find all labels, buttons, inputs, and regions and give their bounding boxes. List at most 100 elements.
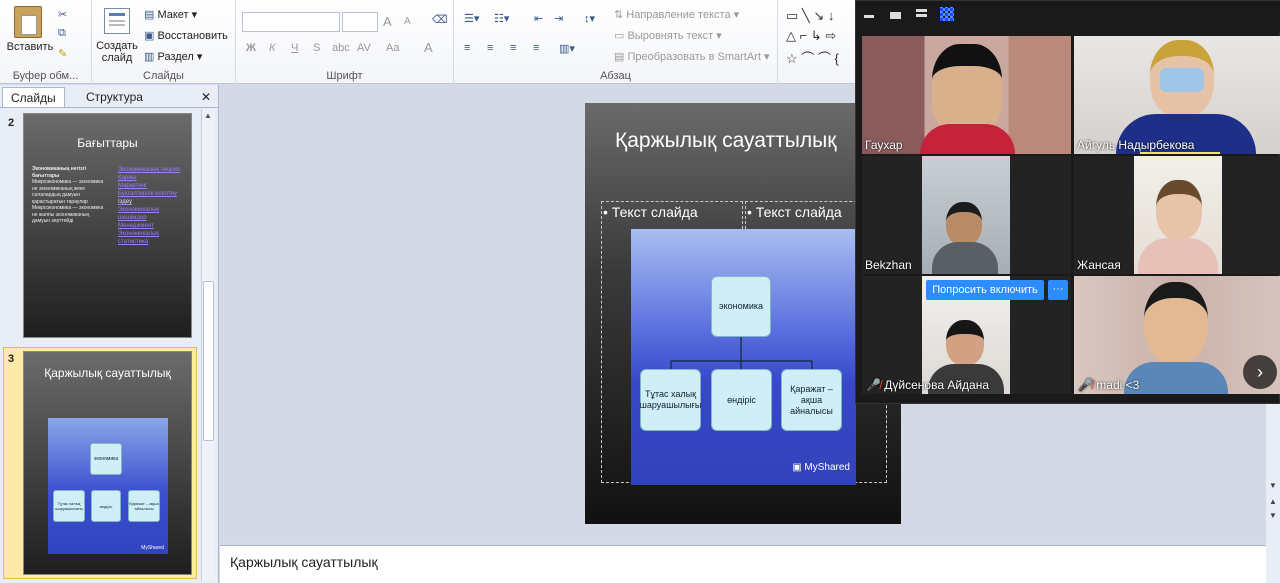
participant-tile[interactable]: Айгуль Надырбекова [1074,36,1280,154]
prev-slide-icon[interactable]: ▲ [1269,497,1277,506]
current-slide[interactable]: Қаржылық сауаттылық • Текст слайда • Тек… [585,103,901,524]
smartart-diagram[interactable]: экономика Тұтас халық шаруашылығы өндірі… [631,229,856,485]
justify-icon[interactable]: ≡ [533,42,539,54]
align-text-label: Выровнять текст [627,30,714,42]
shadow-button[interactable]: abc [332,42,350,54]
increase-indent-icon[interactable]: ⇥ [554,12,563,25]
spacing-button[interactable]: AV [357,42,371,54]
tab-slides[interactable]: Слайды [2,87,65,107]
cut-icon[interactable]: ✂ [58,8,67,21]
participant-video [1134,156,1222,274]
participant-tile[interactable]: Попросить включить ··· 🎤̸ Дүйсенова Айда… [862,276,1071,394]
speaker-view-icon[interactable] [916,9,927,12]
shirt-shape [1138,238,1218,274]
thumb-bullets-left: Экономиканың негізгі бағыттары Микроэкон… [32,166,104,225]
notes-pane[interactable]: Қаржылық сауаттылық [220,545,1266,583]
drawing-group: ▭ ╲ ↘ ↓ △ ⌐ ↳ ⇨ ☆ ⌒ ⌒ { [778,0,858,84]
new-slide-button[interactable]: Создать слайд [96,40,138,64]
section-button[interactable]: ▥ Раздел ▾ [144,50,202,63]
panel-scrollbar[interactable]: ▲ [201,109,215,581]
align-right-icon[interactable]: ≡ [510,42,516,54]
participant-video [862,36,1071,154]
participant-label: 🎤̸ Дүйсенова Айдана [866,378,989,392]
shapes-row2-icon[interactable]: △ ⌐ ↳ ⇨ [786,28,836,44]
new-slide-icon[interactable] [104,8,130,34]
align-text-icon: ▭ [614,30,625,42]
shirt-shape [920,124,1015,154]
bullets-icon[interactable]: ☰▾ [464,12,479,25]
paste-button[interactable]: Вставить [6,41,54,53]
line-spacing-icon[interactable]: ↕▾ [584,12,595,25]
thumb-link: Іздеу [118,199,133,205]
more-options-button[interactable]: ··· [1048,280,1068,300]
font-size-select[interactable] [342,12,378,32]
font-group-label: Шрифт [326,70,363,82]
section-label: Раздел [157,51,194,63]
face-shape [946,202,982,246]
align-center-icon[interactable]: ≡ [487,42,493,54]
strike-button[interactable]: S [313,42,320,54]
font-name-select[interactable] [242,12,340,32]
close-panel-icon[interactable]: ✕ [201,90,211,104]
decrease-indent-icon[interactable]: ⇤ [534,12,543,25]
slide-number: 2 [8,117,15,129]
slides-group-label: Слайды [143,70,184,82]
layout-button[interactable]: ▤ Макет ▾ [144,8,197,21]
shapes-row3-icon[interactable]: ☆ ⌒ ⌒ { [786,48,839,67]
participant-video [922,156,1010,274]
thumb-node-root: экономика [90,443,122,475]
notes-text[interactable]: Қаржылық сауаттылық [230,554,378,570]
participant-tile[interactable]: › 🎤̸ madi <3 [1074,276,1280,394]
next-page-icon[interactable]: › [1243,355,1277,389]
align-text-button[interactable]: ▭ Выровнять текст ▾ [614,29,722,42]
grow-font-button[interactable]: A [383,14,392,29]
muted-mic-icon: 🎤̸ [1078,378,1093,392]
diagram-node-root[interactable]: экономика [711,276,771,337]
zoom-toolbar [856,1,1280,33]
tab-outline[interactable]: Структура [78,87,151,107]
copy-icon[interactable]: ⧉ [58,27,66,40]
thumb-bullets-right: Экономикалық теория Қаржы Маркетинг Бухг… [118,166,188,246]
thumb-title: Қаржылық сауаттылық [44,366,171,380]
ask-to-unmute-button[interactable]: Попросить включить [926,280,1044,300]
case-button[interactable]: Aa [386,42,399,54]
shrink-font-button[interactable]: A [404,16,411,27]
active-speaker-indicator [1140,152,1220,154]
reset-button[interactable]: ▣ Восстановить [144,29,228,42]
diagram-node[interactable]: өндіріс [711,369,772,431]
slide-thumbnail-3[interactable]: Қаржылық сауаттылық экономика Тұтас халы… [23,351,192,575]
text-direction-button[interactable]: ⇅ Направление текста ▾ [614,8,739,21]
paste-icon[interactable] [14,6,42,38]
numbering-icon[interactable]: ☷▾ [494,12,509,25]
scroll-down-icon[interactable]: ▼ [1269,481,1277,490]
panel-divider [0,107,219,108]
gallery-view-icon[interactable] [940,7,954,21]
thumb-link: Бухгалтерлік есептеу [118,191,177,197]
thumb-link: Экономикалық статистика [118,231,160,245]
bold-button[interactable]: Ж [246,42,256,54]
diagram-node[interactable]: Тұтас халық шаруашылығы [640,369,701,431]
italic-button[interactable]: К [269,42,275,54]
clear-format-icon[interactable]: ⌫ [432,13,448,26]
participant-tile[interactable]: Жансая [1074,156,1280,274]
participant-tile[interactable]: Гаухар [862,36,1071,154]
underline-button[interactable]: Ч [291,42,298,54]
smartart-button[interactable]: ▤ Преобразовать в SmartArt ▾ [614,50,769,63]
format-painter-icon[interactable]: ✎ [58,47,67,60]
slide-thumbnail-2[interactable]: Бағыттары Экономиканың негізгі бағыттары… [23,113,192,338]
font-color-icon[interactable]: A [424,40,433,55]
shirt-shape [932,242,998,274]
panel-scroll-thumb[interactable] [203,281,214,441]
slide-title[interactable]: Қаржылық сауаттылық [615,129,836,153]
columns-icon[interactable]: ▥▾ [559,42,575,55]
align-left-icon[interactable]: ≡ [464,42,470,54]
shapes-row1-icon[interactable]: ▭ ╲ ↘ ↓ [786,8,834,24]
minimize-icon[interactable] [864,15,874,18]
watermark: ▣ MyShared [792,462,850,473]
face-shape [946,320,984,366]
next-slide-icon[interactable]: ▼ [1269,511,1277,520]
participant-tile[interactable]: Bekzhan [862,156,1071,274]
reset-label: Восстановить [157,30,228,42]
thumbnail-view-icon[interactable] [890,12,901,19]
diagram-node[interactable]: Қаражат – ақша айналысы [781,369,842,431]
